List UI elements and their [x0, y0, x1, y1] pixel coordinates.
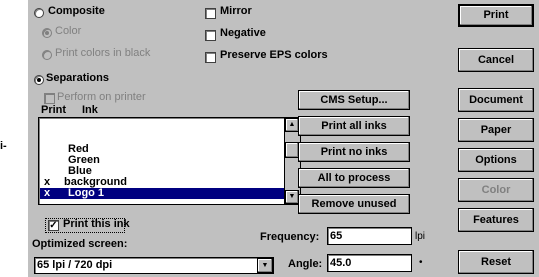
- print-all-inks-button[interactable]: Print all inks: [298, 116, 410, 136]
- preserve-eps-label[interactable]: Preserve EPS colors: [220, 49, 328, 61]
- remove-unused-button[interactable]: Remove unused: [298, 194, 410, 214]
- cancel-button[interactable]: Cancel: [458, 48, 534, 72]
- print-this-ink-checkbox[interactable]: ✓: [48, 220, 59, 231]
- document-button[interactable]: Document: [458, 88, 534, 112]
- mirror-checkbox[interactable]: [205, 8, 216, 19]
- preserve-eps-checkbox[interactable]: [205, 52, 216, 63]
- ink-name: Logo 1: [68, 187, 105, 199]
- print-separations-dialog: Composite Color Print colors in black Se…: [27, 0, 539, 277]
- paper-button[interactable]: Paper: [458, 118, 534, 142]
- scroll-up-icon[interactable]: ▲: [285, 118, 299, 132]
- frequency-unit: lpi: [415, 231, 426, 242]
- color-label: Color: [55, 25, 82, 37]
- print-button[interactable]: Print: [458, 4, 534, 27]
- frequency-input[interactable]: 65: [327, 227, 412, 245]
- stray-text: i-: [0, 140, 7, 152]
- optimized-screen-value: 65 lpi / 720 dpi: [37, 259, 113, 271]
- frequency-label: Frequency:: [260, 231, 320, 243]
- separations-radio[interactable]: [34, 75, 44, 85]
- ink-listbox[interactable]: Red Green Blue x background x Logo 1 ▲ ▼: [38, 117, 301, 205]
- print-colors-in-black-label: Print colors in black: [55, 47, 151, 59]
- color-radio: [42, 28, 52, 38]
- print-colors-in-black-radio: [42, 50, 52, 60]
- features-button[interactable]: Features: [458, 208, 534, 232]
- angle-label: Angle:: [288, 258, 323, 270]
- print-no-inks-button[interactable]: Print no inks: [298, 142, 410, 162]
- optimized-screen-label: Optimized screen:: [32, 238, 128, 250]
- ink-list-header-ink: Ink: [82, 104, 98, 116]
- color-button: Color: [458, 178, 534, 202]
- scroll-thumb[interactable]: [285, 142, 299, 158]
- composite-label[interactable]: Composite: [48, 5, 105, 17]
- reset-button[interactable]: Reset: [458, 250, 534, 274]
- separations-label[interactable]: Separations: [46, 72, 109, 84]
- optimized-screen-select[interactable]: 65 lpi / 720 dpi ▼: [34, 257, 274, 274]
- degree-unit: •: [419, 257, 423, 268]
- negative-checkbox[interactable]: [205, 30, 216, 41]
- composite-radio[interactable]: [34, 8, 44, 18]
- perform-on-printer-label: Perform on printer: [57, 91, 146, 103]
- scroll-down-icon[interactable]: ▼: [285, 190, 299, 204]
- perform-on-printer-checkbox: [44, 93, 55, 104]
- cms-setup-button[interactable]: CMS Setup...: [298, 90, 410, 110]
- negative-label[interactable]: Negative: [220, 27, 266, 39]
- ink-list-header-print: Print: [41, 104, 67, 116]
- mirror-label[interactable]: Mirror: [220, 5, 252, 17]
- list-item-selected[interactable]: x Logo 1: [40, 188, 284, 199]
- print-this-ink-label[interactable]: Print this ink: [63, 218, 130, 230]
- chevron-down-icon[interactable]: ▼: [257, 258, 273, 273]
- all-to-process-button[interactable]: All to process: [298, 168, 410, 188]
- angle-input[interactable]: 45.0: [327, 254, 412, 272]
- ink-print-mark: x: [44, 187, 51, 199]
- options-button[interactable]: Options: [458, 148, 534, 172]
